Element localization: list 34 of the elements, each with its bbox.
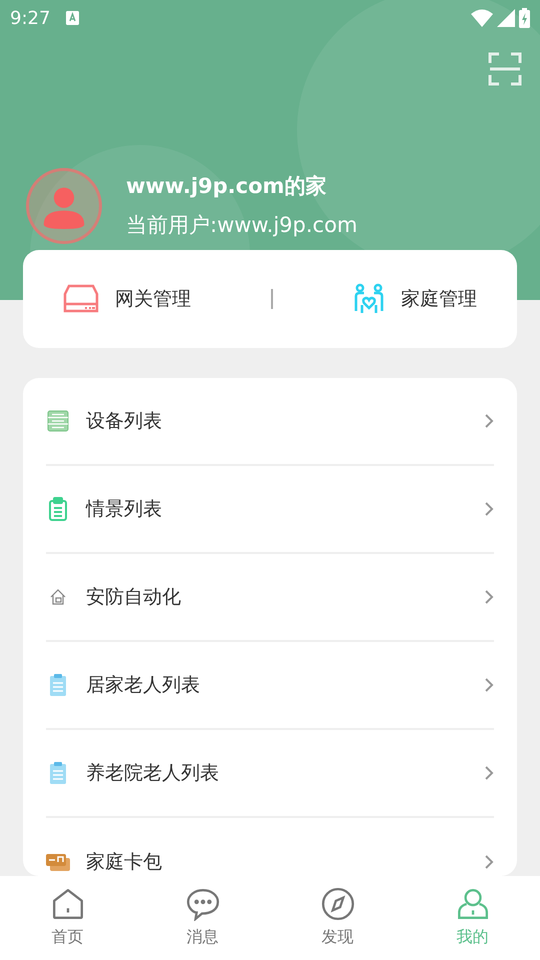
chat-icon <box>186 887 220 921</box>
chevron-icon <box>484 854 494 870</box>
chevron-icon <box>484 413 494 429</box>
chevron-icon <box>484 501 494 517</box>
status-time: 9:27 <box>10 6 50 30</box>
nav-tab[interactable]: 消息 <box>135 876 270 960</box>
clipboard-icon <box>46 497 70 521</box>
menu-item[interactable]: 情景列表 <box>46 466 494 554</box>
scan-icon[interactable] <box>488 52 522 86</box>
family-icon <box>353 283 385 315</box>
compass-icon <box>320 887 354 921</box>
menu-item[interactable]: 养老院老人列表 <box>46 730 494 818</box>
chevron-icon <box>484 677 494 693</box>
quick-action-button[interactable]: 网关管理 <box>63 284 191 314</box>
list-icon <box>46 410 70 432</box>
user-icon <box>456 887 490 921</box>
chevron-icon <box>484 589 494 605</box>
menu-item[interactable]: 居家老人列表 <box>46 642 494 730</box>
menu-item[interactable]: 设备列表 <box>46 378 494 466</box>
nav-tab[interactable]: 首页 <box>0 876 135 960</box>
home-icon <box>50 887 84 921</box>
battery-icon <box>519 8 530 28</box>
signal-icon <box>497 9 515 27</box>
home-name: www.j9p.com的家 <box>126 172 328 200</box>
chevron-icon <box>484 765 494 781</box>
menu-item[interactable]: 安防自动化 <box>46 554 494 642</box>
drive-icon <box>63 284 99 314</box>
wifi-icon <box>471 9 493 27</box>
keyboard-icon <box>66 11 80 25</box>
nav-tab[interactable]: 发现 <box>270 876 405 960</box>
cards-icon <box>46 853 70 871</box>
quick-action-button[interactable]: 家庭管理 <box>353 283 477 315</box>
current-user: 当前用户:www.j9p.com <box>126 212 358 239</box>
menu-item[interactable]: 家庭卡包 <box>46 818 494 876</box>
